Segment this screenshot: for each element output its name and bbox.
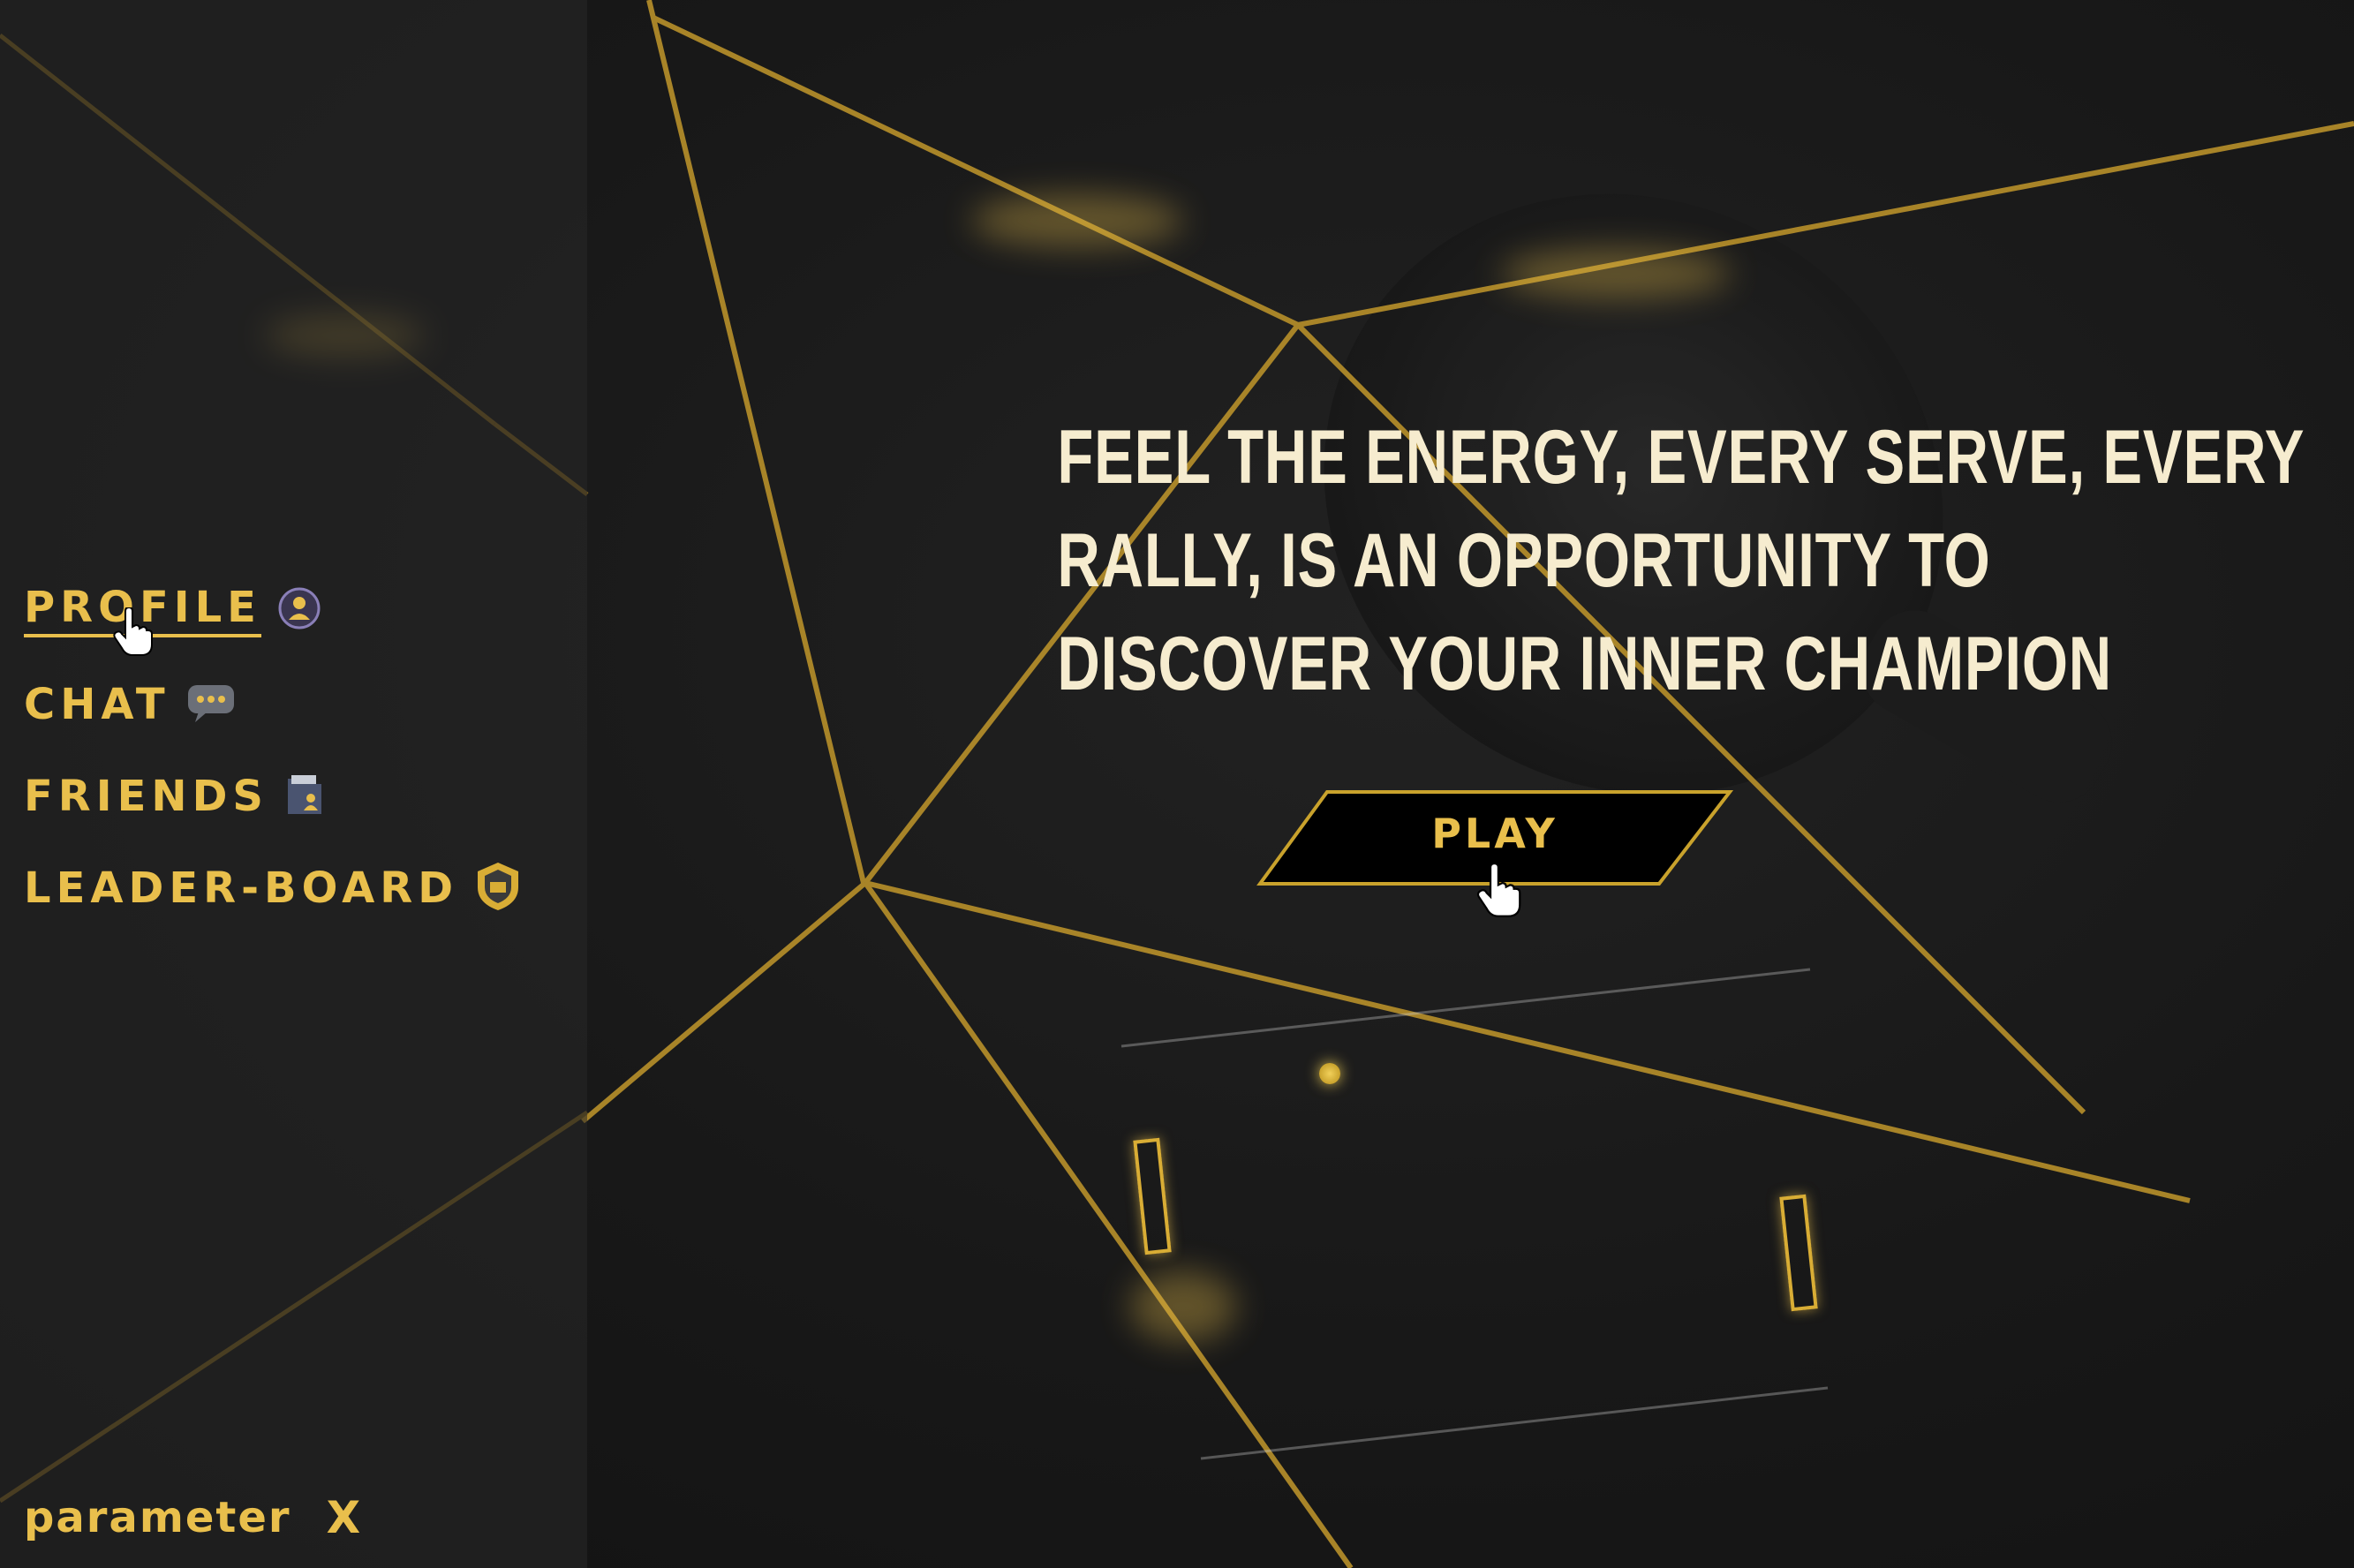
parameter-label[interactable]: parameter — [24, 1493, 291, 1542]
play-button[interactable]: PLAY — [1256, 788, 1733, 887]
leaderboard-shield-icon — [474, 861, 522, 916]
tagline-line: RALLY, IS AN OPPORTUNITY TO — [1057, 518, 1991, 603]
close-parameter-button[interactable]: X — [327, 1492, 361, 1543]
friends-folder-icon — [284, 772, 325, 821]
chat-bubble-icon — [186, 682, 236, 727]
sidebar-item-label: PROFILE — [24, 583, 261, 637]
tagline-line: FEEL THE ENERGY, EVERY SERVE, EVERY — [1057, 415, 2305, 500]
hero-tagline: FEEL THE ENERGY, EVERY SERVE, EVERY RALL… — [1057, 406, 2305, 716]
tagline-line: DISCOVER YOUR INNER CHAMPION — [1057, 622, 2113, 706]
parameter-row: parameter X — [24, 1492, 360, 1543]
profile-icon — [277, 586, 321, 634]
game-home-screen: PROFILE CHAT FRIENDS LEADER-BOARD parame… — [0, 0, 2354, 1568]
sidebar-item-label: LEADER-BOARD — [24, 863, 459, 913]
sidebar-item-label: FRIENDS — [24, 772, 268, 821]
sidebar-item-chat[interactable]: CHAT — [24, 680, 236, 729]
sidebar-item-leaderboard[interactable]: LEADER-BOARD — [24, 861, 522, 916]
sidebar-item-label: CHAT — [24, 680, 170, 729]
pong-ball — [1319, 1063, 1340, 1084]
sidebar-item-friends[interactable]: FRIENDS — [24, 772, 325, 821]
play-button-label: PLAY — [1431, 810, 1558, 857]
sidebar-item-profile[interactable]: PROFILE — [24, 583, 321, 637]
